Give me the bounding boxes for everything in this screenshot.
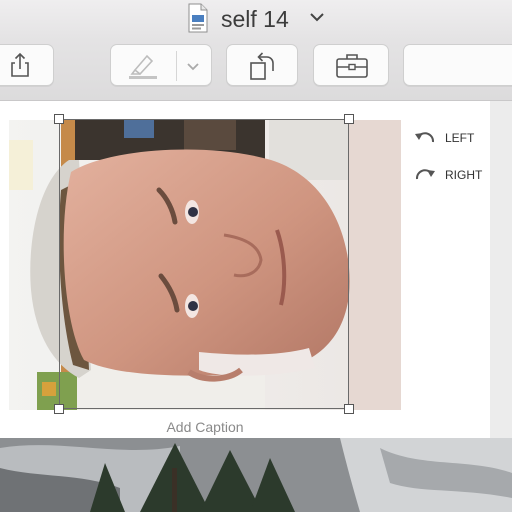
rotate-left-button[interactable]: LEFT bbox=[413, 127, 483, 149]
next-photo bbox=[0, 438, 512, 512]
title-bar: self 14 bbox=[0, 0, 512, 40]
photo-image bbox=[9, 120, 401, 410]
rotate-right-label: RIGHT bbox=[445, 168, 483, 182]
search-field[interactable] bbox=[403, 44, 512, 86]
crop-handle-top-left[interactable] bbox=[54, 114, 64, 124]
crop-handle-bottom-right[interactable] bbox=[344, 404, 354, 414]
chevron-down-icon[interactable] bbox=[309, 11, 325, 23]
toolbar bbox=[0, 40, 512, 101]
rotate-right-icon bbox=[415, 169, 435, 180]
rotate-icon bbox=[250, 52, 274, 80]
markup-button[interactable] bbox=[110, 44, 212, 86]
caption-field[interactable]: Add Caption bbox=[130, 419, 280, 435]
crop-handle-top-right[interactable] bbox=[344, 114, 354, 124]
share-icon bbox=[11, 52, 29, 77]
rotate-left-icon bbox=[415, 132, 435, 143]
toolbox-icon bbox=[336, 54, 368, 78]
rotate-button[interactable] bbox=[226, 44, 298, 86]
scroll-gutter bbox=[490, 101, 512, 438]
highlighter-icon bbox=[129, 54, 157, 79]
crop-handle-bottom-left[interactable] bbox=[54, 404, 64, 414]
chevron-down-icon[interactable] bbox=[186, 62, 200, 72]
document-icon bbox=[188, 3, 208, 33]
photo[interactable] bbox=[9, 120, 401, 410]
split-divider bbox=[176, 51, 177, 81]
window-title[interactable]: self 14 bbox=[221, 5, 289, 33]
rotate-right-button[interactable]: RIGHT bbox=[413, 164, 493, 186]
share-button[interactable] bbox=[0, 44, 54, 86]
next-photo-image bbox=[0, 438, 512, 512]
rotate-left-label: LEFT bbox=[445, 131, 475, 145]
toolbox-button[interactable] bbox=[313, 44, 389, 86]
